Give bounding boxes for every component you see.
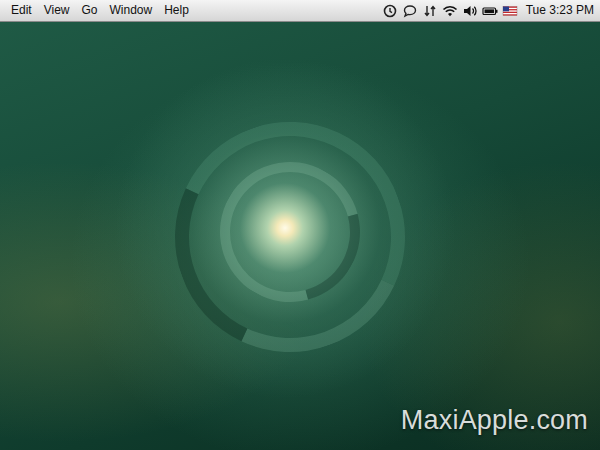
us-flag-icon[interactable] <box>502 3 518 19</box>
menu-item[interactable]: Window <box>104 0 159 21</box>
menu-list: EditViewGoWindowHelp <box>5 0 195 21</box>
desktop-wallpaper: MaxiApple.com <box>0 22 600 450</box>
menu-clock[interactable]: Tue 3:23 PM <box>522 0 596 21</box>
chat-bubble-icon[interactable] <box>402 3 418 19</box>
menu-item[interactable]: Go <box>75 0 103 21</box>
menu-item[interactable]: Edit <box>5 0 38 21</box>
galaxy-core-swirl <box>194 136 385 327</box>
menu-bar: EditViewGoWindowHelp Tue 3:23 PM <box>0 0 600 22</box>
wifi-icon[interactable] <box>442 3 458 19</box>
volume-icon[interactable] <box>462 3 478 19</box>
menu-item[interactable]: View <box>38 0 76 21</box>
watermark: MaxiApple.com <box>401 400 588 441</box>
time-machine-icon[interactable] <box>382 3 398 19</box>
sync-arrows-icon[interactable] <box>422 3 438 19</box>
desktop-screen: EditViewGoWindowHelp Tue 3:23 PM MaxiApple… <box>0 0 600 450</box>
status-area: Tue 3:23 PM <box>382 0 596 21</box>
galaxy-swirl <box>143 90 438 385</box>
menu-item[interactable]: Help <box>158 0 195 21</box>
battery-icon[interactable] <box>482 3 498 19</box>
